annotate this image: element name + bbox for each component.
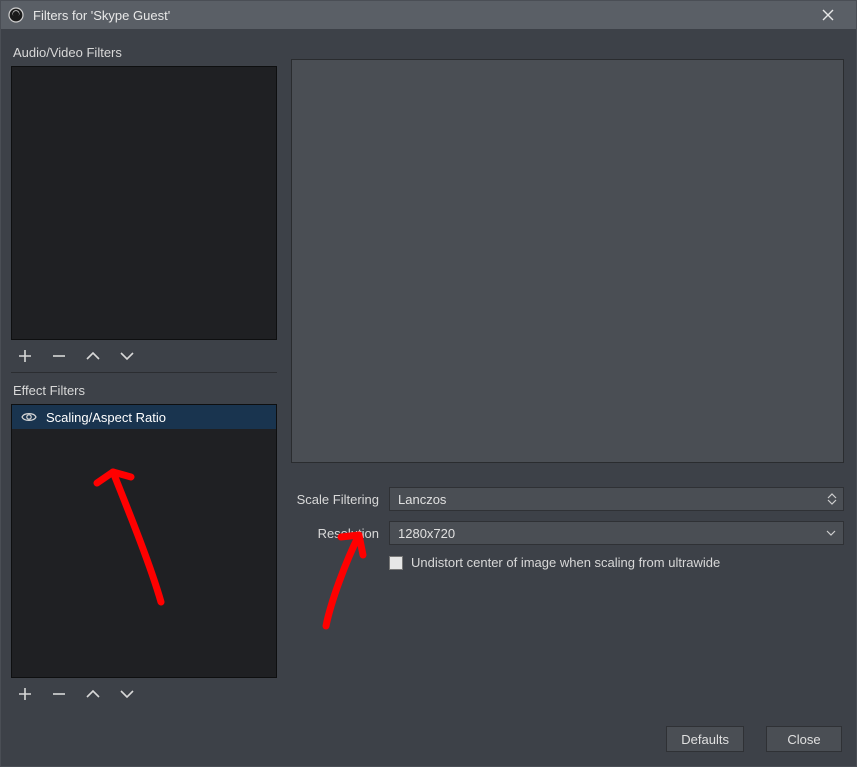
close-button[interactable]: Close (766, 726, 842, 752)
filters-dialog: Filters for 'Skype Guest' Audio/Video Fi… (0, 0, 857, 767)
left-column: Audio/Video Filters Effect Filters (11, 39, 277, 708)
resolution-select[interactable]: 1280x720 (389, 521, 844, 545)
obs-icon (7, 6, 25, 24)
scale-filtering-label: Scale Filtering (291, 492, 379, 507)
scale-filtering-row: Scale Filtering Lanczos (291, 487, 844, 511)
resolution-value: 1280x720 (398, 526, 455, 541)
effect-filter-item[interactable]: Scaling/Aspect Ratio (12, 405, 276, 429)
av-filters-label: Audio/Video Filters (13, 45, 277, 60)
undistort-row: Undistort center of image when scaling f… (291, 555, 844, 570)
undistort-checkbox-row: Undistort center of image when scaling f… (389, 555, 720, 570)
divider (11, 372, 277, 373)
defaults-button[interactable]: Defaults (666, 726, 744, 752)
chevron-down-icon[interactable] (825, 522, 837, 544)
remove-icon[interactable] (49, 346, 69, 366)
undistort-checkbox[interactable] (389, 556, 403, 570)
move-up-icon[interactable] (83, 684, 103, 704)
av-filters-toolbar (11, 340, 277, 370)
dialog-footer: Defaults Close (1, 718, 856, 766)
move-down-icon[interactable] (117, 346, 137, 366)
effect-filter-name: Scaling/Aspect Ratio (46, 410, 166, 425)
filter-properties: Scale Filtering Lanczos Resolution 1280x… (291, 487, 844, 570)
move-down-icon[interactable] (117, 684, 137, 704)
filter-preview (291, 59, 844, 463)
add-icon[interactable] (15, 684, 35, 704)
undistort-label: Undistort center of image when scaling f… (411, 555, 720, 570)
visibility-eye-icon[interactable] (20, 408, 38, 426)
effect-filters-label: Effect Filters (13, 383, 277, 398)
spinner-icon[interactable] (825, 488, 839, 510)
titlebar[interactable]: Filters for 'Skype Guest' (1, 1, 856, 29)
dialog-body: Audio/Video Filters Effect Filters (1, 29, 856, 718)
resolution-row: Resolution 1280x720 (291, 521, 844, 545)
resolution-label: Resolution (291, 526, 379, 541)
move-up-icon[interactable] (83, 346, 103, 366)
av-filters-list[interactable] (11, 66, 277, 340)
add-icon[interactable] (15, 346, 35, 366)
scale-filtering-select[interactable]: Lanczos (389, 487, 844, 511)
remove-icon[interactable] (49, 684, 69, 704)
scale-filtering-value: Lanczos (398, 492, 446, 507)
effect-filters-list[interactable]: Scaling/Aspect Ratio (11, 404, 277, 678)
window-title: Filters for 'Skype Guest' (33, 8, 798, 23)
close-icon[interactable] (806, 1, 850, 29)
effect-filters-toolbar (11, 678, 277, 708)
right-column: Scale Filtering Lanczos Resolution 1280x… (291, 39, 844, 708)
